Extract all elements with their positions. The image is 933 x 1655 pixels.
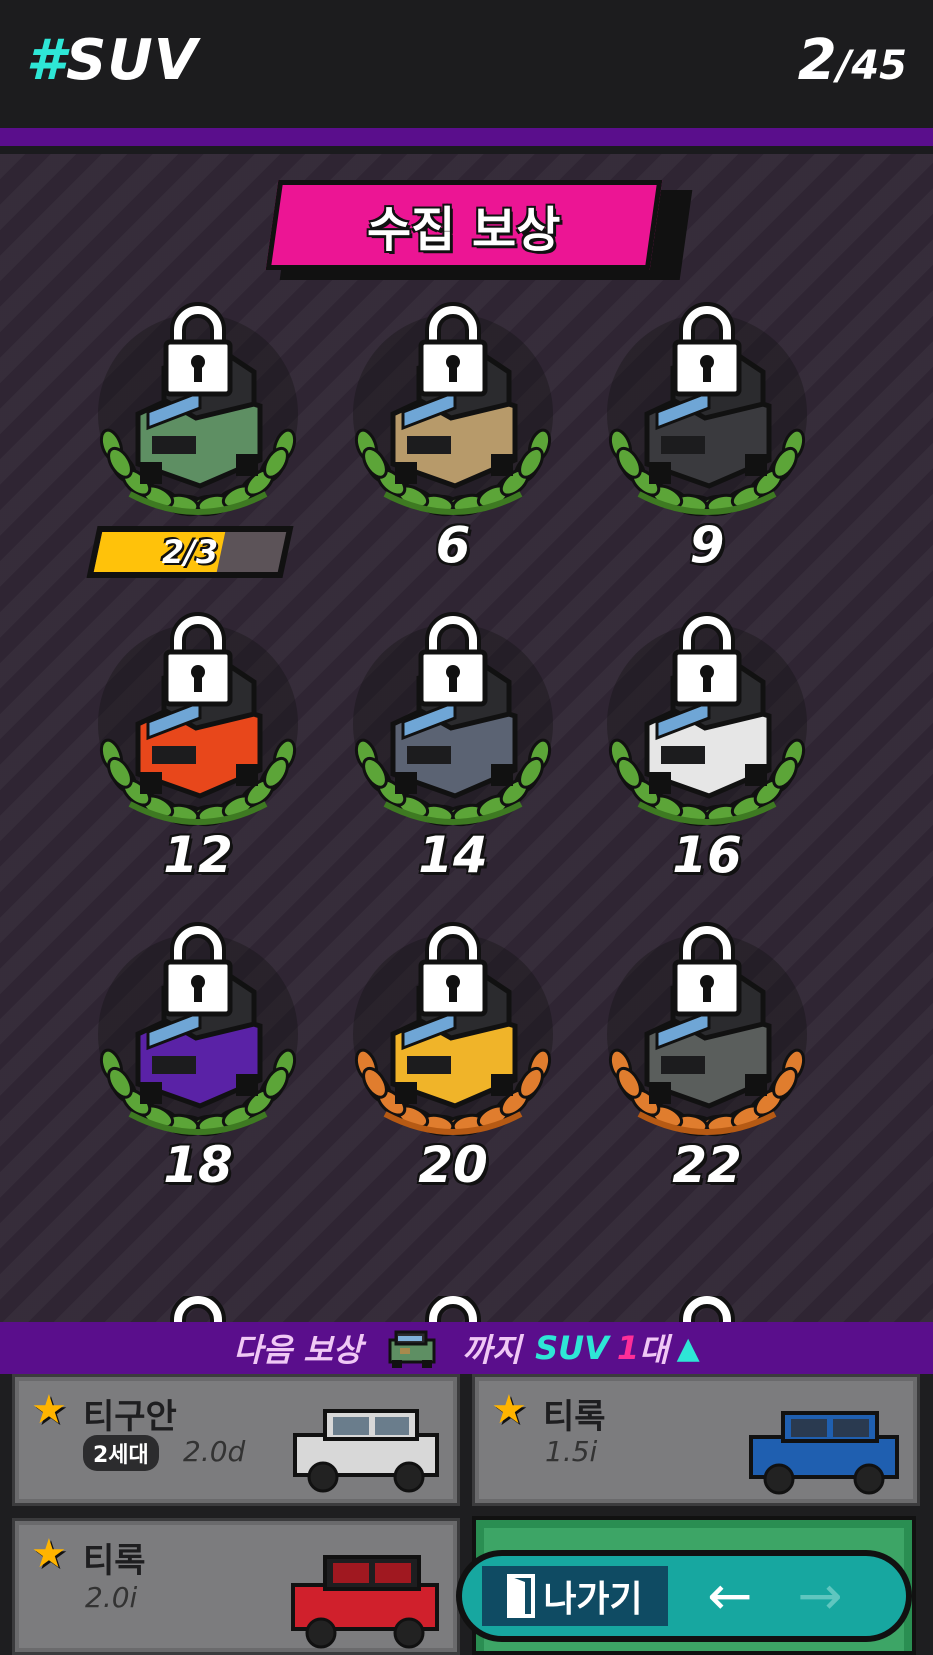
reward-item[interactable]: 14 <box>333 604 573 904</box>
car-trim: 1.5i <box>545 1435 598 1468</box>
collection-reward-banner: 수집 보상 <box>265 180 663 270</box>
lock-icon <box>679 1292 735 1324</box>
reward-item[interactable]: 9 <box>587 294 827 594</box>
exit-button[interactable]: 나가기 <box>482 1566 668 1626</box>
reward-item[interactable]: 18 <box>78 914 318 1214</box>
reward-badge <box>98 612 298 827</box>
next-reward-car-icon <box>388 1330 436 1368</box>
reward-item-partial[interactable] <box>166 1292 230 1324</box>
collection-count: 2/45 <box>798 28 907 93</box>
top-header: #SUV 2/45 <box>0 0 933 128</box>
next-reward-bar[interactable]: 다음 보상 까지 SUV 1 대 ▲ <box>0 1322 933 1374</box>
car-trim: 2.0i <box>85 1581 138 1614</box>
reward-item[interactable]: 12 <box>78 604 318 904</box>
hash-symbol: # <box>26 28 66 93</box>
car-image <box>291 1555 439 1649</box>
next-reward-category: SUV <box>535 1329 609 1367</box>
car-name: 티록 <box>83 1541 146 1581</box>
car-image <box>293 1409 439 1493</box>
reward-threshold: 18 <box>163 1136 233 1194</box>
star-icon: ★ <box>31 1387 67 1433</box>
collected-count: 2 <box>797 28 837 93</box>
reward-badge <box>607 302 807 517</box>
progress-track: 2/3 <box>93 532 287 572</box>
reward-badge <box>98 922 298 1137</box>
header-divider <box>0 128 933 146</box>
reward-item[interactable]: 20 <box>333 914 573 1214</box>
progress-label: 2/3 <box>161 533 219 571</box>
reward-badge <box>607 612 807 827</box>
arrow-left-icon[interactable]: ← <box>690 1564 770 1628</box>
reward-item[interactable]: 2/3 <box>78 294 318 594</box>
footer-controls: 나가기 ← → <box>456 1550 912 1642</box>
door-icon <box>507 1574 536 1618</box>
star-icon: ★ <box>491 1387 527 1433</box>
reward-threshold: 20 <box>418 1136 488 1194</box>
next-reward-unit: 대 <box>639 1331 669 1369</box>
car-name: 티구안 <box>83 1397 177 1437</box>
reward-badge <box>353 612 553 827</box>
reward-threshold: 22 <box>672 1136 742 1194</box>
car-card-troc-15[interactable]: ★ 티록 1.5i <box>472 1374 920 1506</box>
reward-item-partial[interactable] <box>421 1292 485 1324</box>
reward-progress-bar: 2/3 <box>86 526 294 578</box>
lock-icon <box>425 1292 481 1324</box>
car-card-tiguan[interactable]: ★ 티구안 2세대 2.0d <box>12 1374 460 1506</box>
reward-item[interactable]: 16 <box>587 604 827 904</box>
car-card-troc-20[interactable]: ★ 티록 2.0i <box>12 1518 460 1655</box>
category-title: #SUV <box>26 28 198 93</box>
total-count: /45 <box>836 43 907 89</box>
star-icon: ★ <box>31 1531 67 1577</box>
exit-label: 나가기 <box>543 1579 643 1620</box>
reward-item[interactable]: 6 <box>333 294 573 594</box>
next-reward-prefix: 다음 보상 <box>233 1331 363 1369</box>
reward-badge <box>607 922 807 1137</box>
reward-item-partial[interactable] <box>675 1292 739 1324</box>
category-name: SUV <box>65 28 199 93</box>
car-trim: 2.0d <box>183 1435 246 1468</box>
chevron-up-icon[interactable]: ▲ <box>677 1331 700 1366</box>
footer-pill: 나가기 ← → <box>462 1556 906 1636</box>
reward-badge <box>353 922 553 1137</box>
banner-title: 수집 보상 <box>367 202 561 258</box>
generation-badge: 2세대 <box>83 1435 159 1471</box>
arrow-right-icon[interactable]: → <box>780 1564 860 1628</box>
reward-badge <box>353 302 553 517</box>
reward-threshold: 6 <box>435 516 471 574</box>
next-reward-until: 까지 <box>462 1331 522 1369</box>
reward-threshold: 9 <box>689 516 725 574</box>
next-reward-count: 1 <box>616 1329 640 1367</box>
reward-threshold: 14 <box>418 826 488 884</box>
reward-item[interactable]: 22 <box>587 914 827 1214</box>
reward-panel[interactable]: 수집 보상 2/3 6 9 12 14 16 18 20 22 <box>0 154 933 1324</box>
lock-icon <box>170 1292 226 1324</box>
reward-threshold: 16 <box>672 826 742 884</box>
car-name: 티록 <box>543 1397 606 1437</box>
reward-badge <box>98 302 298 517</box>
reward-threshold: 12 <box>163 826 233 884</box>
car-image <box>749 1411 899 1495</box>
